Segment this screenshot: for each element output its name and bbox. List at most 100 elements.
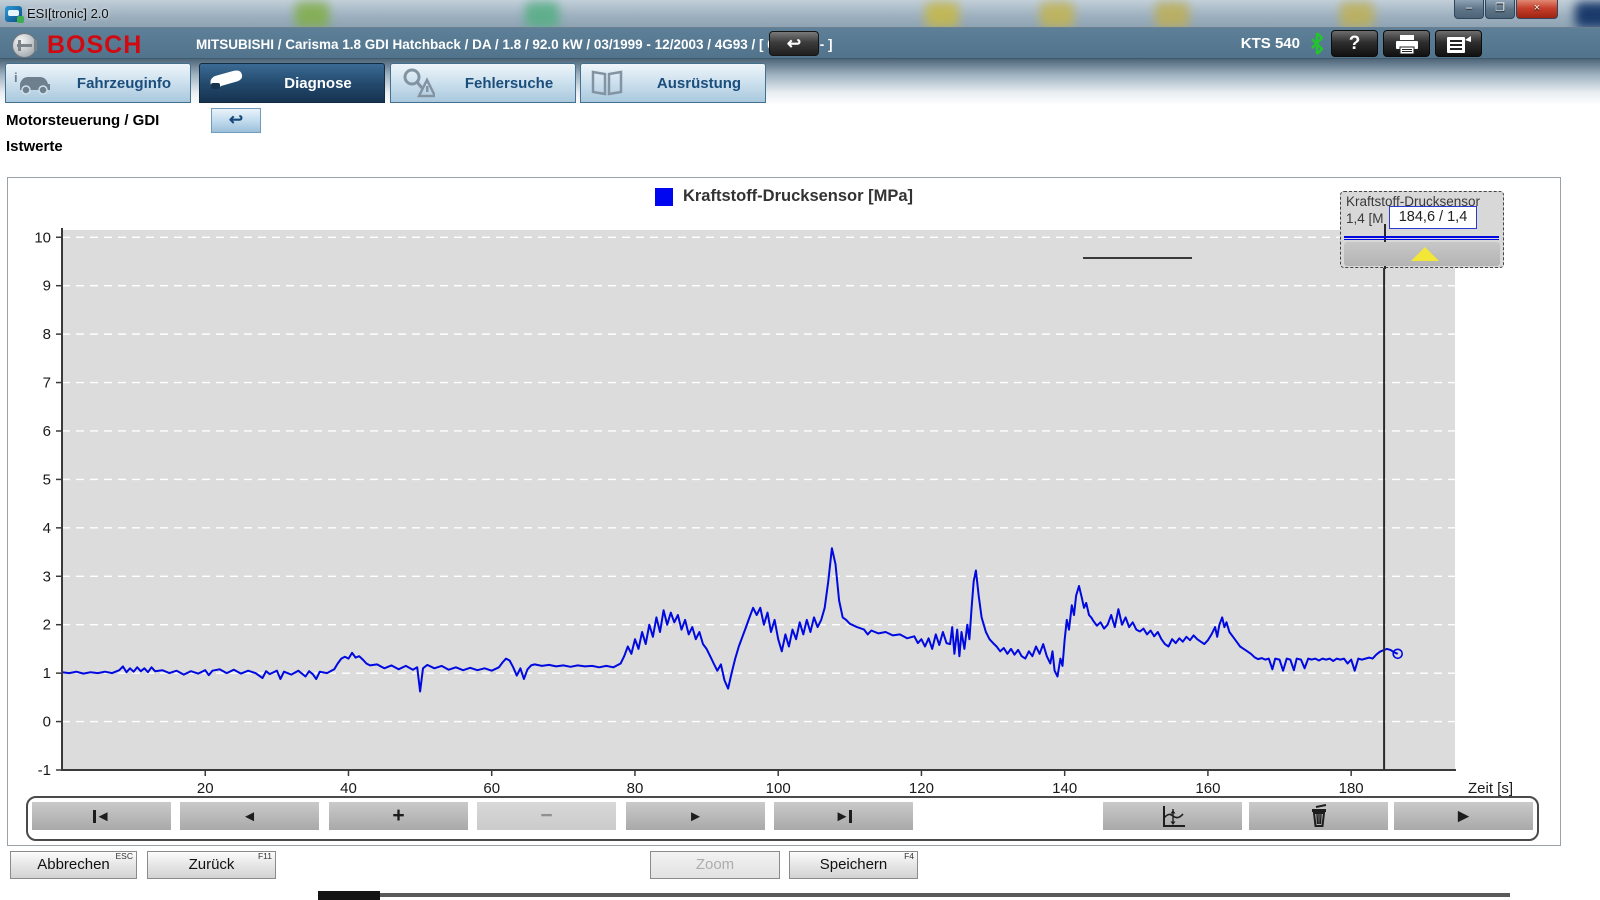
desktop-blob: [925, 2, 959, 28]
breadcrumb-system: Motorsteuerung / GDI: [6, 112, 159, 129]
go-last-button[interactable]: ►: [774, 802, 913, 830]
legend-label: Kraftstoff-Drucksensor [MPa]: [683, 187, 913, 206]
device-label: KTS 540: [1241, 35, 1300, 52]
title-bar: ESI[tronic] 2.0 – ❐ ×: [0, 0, 1600, 28]
chart-canvas: 109876543210-120406080100120140160180Zei…: [8, 178, 1560, 845]
breadcrumb-function: Istwerte: [6, 138, 63, 155]
hotkey-label: ESC: [116, 852, 133, 861]
y-tick-label: 6: [43, 423, 51, 440]
x-tick-label: 180: [1339, 780, 1364, 797]
auto-scale-button[interactable]: [1103, 802, 1242, 830]
zurueck-button[interactable]: Zurück F11: [147, 851, 276, 879]
window-title: ESI[tronic] 2.0: [27, 6, 109, 21]
x-tick-label: 100: [766, 780, 791, 797]
x-tick-label: 160: [1195, 780, 1220, 797]
cursor-tooltip: Kraftstoff-Drucksensor 1,4 [M 184,6 / 1,…: [1340, 191, 1504, 268]
tooltip-rule: [1344, 236, 1499, 240]
y-tick-label: 10: [34, 229, 51, 246]
maximize-button[interactable]: ❐: [1485, 0, 1515, 19]
step-forward-button[interactable]: ►: [626, 802, 765, 830]
chart-toolbar: ◄ ◄ + − ► ►: [26, 796, 1539, 841]
desktop-blob: [1155, 2, 1189, 28]
tab-label: Diagnose: [252, 75, 384, 92]
bosch-logo: BOSCH: [12, 31, 142, 60]
trash-icon: [1307, 804, 1331, 828]
hotkey-label: F11: [258, 852, 272, 861]
play-button[interactable]: ►: [1394, 802, 1533, 830]
desktop-blob: [1040, 2, 1074, 28]
desktop-blob: [525, 2, 559, 28]
y-tick-label: 7: [43, 375, 51, 392]
app-icon: [5, 6, 22, 22]
y-tick-label: 2: [43, 617, 51, 634]
skip-end-icon: ►: [835, 809, 850, 824]
step-back-button[interactable]: ◄: [180, 802, 319, 830]
x-tick-label: 20: [197, 780, 214, 797]
desktop-blob: [295, 2, 329, 28]
tab-bar: i Fahrzeuginfo Diagnose Fehlersuche: [0, 59, 1600, 104]
y-tick-label: -1: [38, 762, 51, 779]
diagnose-connector-icon: [200, 69, 252, 97]
minus-icon: −: [540, 806, 552, 826]
tab-ausruestung[interactable]: Ausrüstung: [580, 63, 766, 103]
button-label: Zoom: [696, 856, 734, 873]
breadcrumb-back-button[interactable]: ↩: [211, 108, 261, 133]
yellow-triangle-icon: [1411, 247, 1439, 261]
y-tick-label: 3: [43, 568, 51, 585]
close-button[interactable]: ×: [1516, 0, 1558, 19]
vehicle-info: MITSUBISHI / Carisma 1.8 GDI Hatchback /…: [196, 37, 833, 52]
legend-swatch: [655, 188, 673, 206]
x-tick-label: 120: [909, 780, 934, 797]
protocol-button[interactable]: [1435, 30, 1482, 57]
tab-label: Ausrüstung: [633, 75, 765, 92]
cursor-value-box: 184,6 / 1,4: [1389, 206, 1477, 229]
x-tick-label: 60: [483, 780, 500, 797]
printer-icon: [1395, 35, 1419, 54]
header-back-button[interactable]: ↩: [769, 31, 819, 56]
help-button[interactable]: ?: [1331, 30, 1378, 57]
zoom-in-button[interactable]: +: [329, 802, 468, 830]
x-tick-label: 40: [340, 780, 357, 797]
plot-area: [62, 230, 1455, 770]
zoom-out-button[interactable]: −: [477, 802, 616, 830]
button-label: Abbrechen: [37, 856, 110, 873]
window-controls: – ❐ ×: [1453, 0, 1558, 19]
search-warning-icon: [391, 68, 443, 98]
hotkey-label: F4: [904, 852, 914, 861]
scale-axis-icon: [1159, 804, 1187, 828]
print-button[interactable]: [1383, 30, 1430, 57]
tab-label: Fehlersuche: [443, 75, 575, 92]
taskbar-edge-line: [380, 893, 1510, 897]
bar-glyph: [849, 810, 852, 823]
minimize-button[interactable]: –: [1454, 0, 1484, 19]
button-label: Zurück: [189, 856, 235, 873]
tab-diagnose[interactable]: Diagnose: [199, 63, 385, 103]
speichern-button[interactable]: Speichern F4: [789, 851, 918, 879]
tab-fahrzeuginfo[interactable]: i Fahrzeuginfo: [5, 63, 191, 103]
go-first-button[interactable]: ◄: [32, 802, 171, 830]
back-icon: ↩: [787, 34, 801, 53]
zoom-button[interactable]: Zoom: [650, 851, 780, 879]
arrow-right-icon: ►: [688, 809, 703, 824]
tab-fehlersuche[interactable]: Fehlersuche: [390, 63, 576, 103]
skip-start-icon: ◄: [96, 809, 111, 824]
chart-legend: Kraftstoff-Drucksensor [MPa]: [8, 187, 1560, 206]
book-icon: [581, 69, 633, 97]
taskbar-edge: [318, 891, 380, 900]
y-tick-label: 4: [43, 520, 51, 537]
arrow-left-icon: ◄: [242, 809, 257, 824]
y-tick-label: 0: [43, 714, 51, 731]
y-tick-label: 5: [43, 471, 51, 488]
abbrechen-button[interactable]: Abbrechen ESC: [10, 851, 137, 879]
desktop-blob: [1340, 2, 1374, 28]
tooltip-value-clipped: 1,4 [M: [1346, 211, 1384, 226]
x-axis-title: Zeit [s]: [1468, 780, 1513, 797]
y-tick-label: 8: [43, 326, 51, 343]
bosch-anchor-icon: [12, 33, 37, 58]
play-icon: ►: [1454, 809, 1473, 824]
bluetooth-icon: [1310, 32, 1324, 55]
car-info-icon: i: [6, 70, 58, 96]
delete-button[interactable]: [1249, 802, 1388, 830]
y-tick-label: 9: [43, 278, 51, 295]
x-tick-label: 80: [627, 780, 644, 797]
